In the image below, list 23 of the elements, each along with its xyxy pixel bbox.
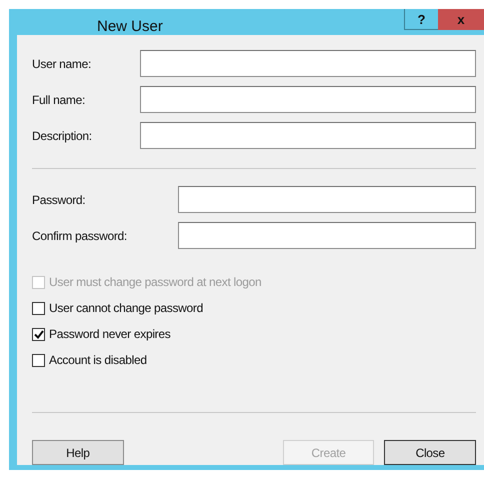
checkbox-label: Password never expires <box>49 327 170 341</box>
input-field[interactable] <box>140 50 476 77</box>
window-close-button[interactable]: x <box>438 9 484 30</box>
field-label: Description: <box>32 128 93 142</box>
dialog-button[interactable]: Help <box>32 440 124 465</box>
checkbox-label: User cannot change password <box>49 301 203 315</box>
password-field[interactable] <box>178 186 476 213</box>
field-label: Password: <box>32 192 86 206</box>
checkbox-label: User must change password at next logon <box>49 275 262 289</box>
checkmark-icon <box>34 330 44 338</box>
field-label: Confirm password: <box>32 228 128 242</box>
checkbox[interactable] <box>32 354 45 366</box>
window-title: New User <box>97 18 163 35</box>
checkbox-label: Account is disabled <box>49 353 147 367</box>
dialog-button[interactable]: Close <box>384 440 476 465</box>
field-label: Full name: <box>32 92 86 106</box>
help-button[interactable]: ? <box>404 9 438 30</box>
checkbox[interactable] <box>32 328 45 340</box>
input-field[interactable] <box>140 122 476 149</box>
input-field[interactable] <box>140 86 476 113</box>
password-field[interactable] <box>178 222 476 249</box>
field-label: User name: <box>32 56 92 70</box>
checkbox[interactable] <box>32 302 45 314</box>
